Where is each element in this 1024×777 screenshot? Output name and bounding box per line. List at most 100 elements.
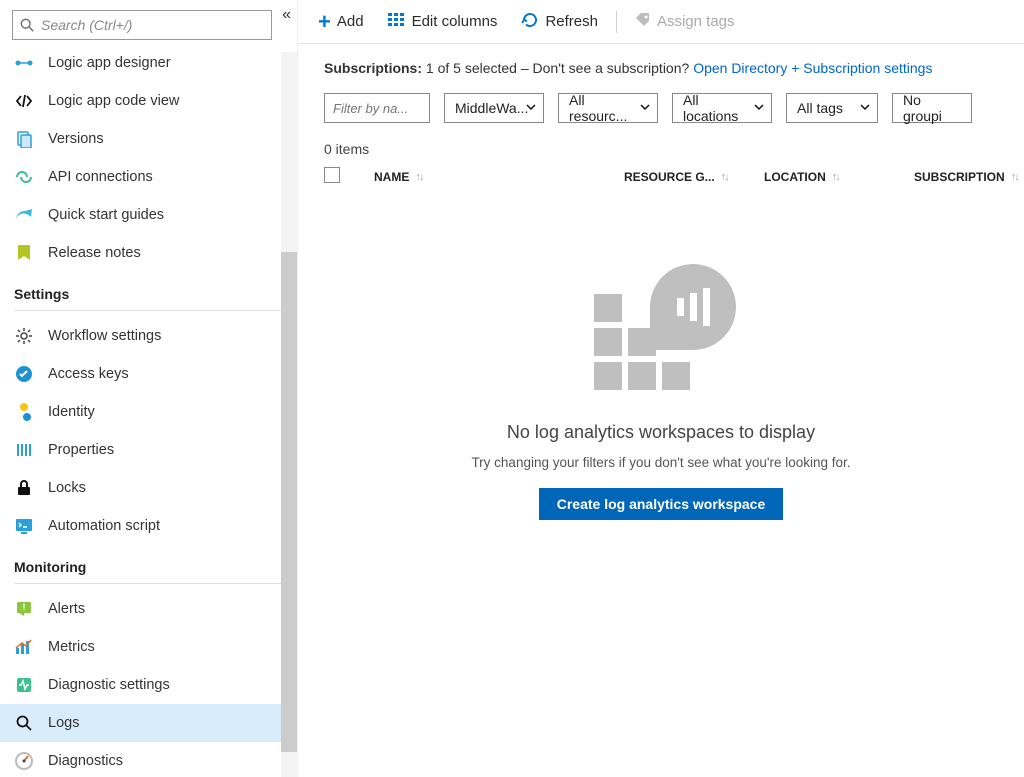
dropdown-value: MiddleWa... [455, 100, 528, 116]
sidebar-item-label: Logic app code view [48, 93, 179, 109]
dropdown-value: All locations [683, 92, 745, 124]
refresh-icon [521, 11, 539, 33]
sort-icon: ↑↓ [1011, 171, 1018, 183]
sidebar-item-label: API connections [48, 169, 153, 185]
tag-icon [635, 12, 651, 32]
toolbar-label: Refresh [545, 13, 598, 30]
sidebar-item-label: Locks [48, 480, 86, 496]
lock-icon [14, 478, 34, 498]
quick-start-icon [14, 205, 34, 225]
sidebar-item-label: Logs [48, 715, 79, 731]
alerts-icon: ! [14, 599, 34, 619]
sidebar-item-label: Metrics [48, 639, 95, 655]
col-name[interactable]: NAME ↑↓ [374, 170, 624, 184]
assign-tags-button: Assign tags [635, 12, 735, 32]
api-connections-icon [14, 167, 34, 187]
sidebar-item-release-notes[interactable]: Release notes [0, 234, 297, 272]
table-header: NAME ↑↓ RESOURCE G... ↑↓ LOCATION ↑↓ SUBSCR… [298, 167, 1024, 194]
empty-state-illustration [586, 264, 736, 394]
sidebar-item-metrics[interactable]: Metrics [0, 628, 297, 666]
sidebar-item-versions[interactable]: Versions [0, 120, 297, 158]
search-wrap [0, 0, 297, 52]
sidebar-item-logic-app-code-view[interactable]: Logic app code view [0, 82, 297, 120]
divider [14, 583, 283, 584]
chevron-down-icon [525, 101, 537, 113]
chevron-down-icon [753, 101, 765, 113]
col-resource-group[interactable]: RESOURCE G... ↑↓ [624, 170, 764, 184]
chevron-down-icon [859, 101, 871, 113]
sidebar-item-label: Diagnostic settings [48, 677, 170, 693]
release-notes-icon [14, 243, 34, 263]
code-icon [14, 91, 34, 111]
sidebar: « Logic app designer Logic app code view… [0, 0, 298, 777]
col-subscription[interactable]: SUBSCRIPTION↑↓ [914, 170, 1024, 184]
sidebar-item-label: Properties [48, 442, 114, 458]
svg-text:!: ! [23, 602, 26, 612]
subscriptions-status-text: 1 of 5 selected – Don't see a subscripti… [422, 60, 693, 76]
sidebar-item-label: Alerts [48, 601, 85, 617]
select-all-checkbox[interactable] [324, 167, 340, 183]
dropdown-value: All resourc... [569, 92, 631, 124]
create-workspace-button[interactable]: Create log analytics workspace [539, 488, 784, 520]
nav-scrollbar[interactable] [281, 52, 297, 777]
sidebar-item-identity[interactable]: Identity [0, 393, 297, 431]
toolbar-separator [616, 11, 617, 33]
sidebar-item-label: Identity [48, 404, 95, 420]
section-header-settings: Settings [0, 272, 297, 308]
nav-scroll: Logic app designer Logic app code view V… [0, 52, 297, 777]
filter-tags-dropdown[interactable]: All tags [786, 93, 878, 123]
refresh-button[interactable]: Refresh [521, 11, 598, 33]
sidebar-item-properties[interactable]: Properties [0, 431, 297, 469]
sort-icon: ↑↓ [832, 171, 839, 183]
chevron-down-icon [639, 101, 651, 113]
column-label: NAME [374, 170, 409, 184]
filter-grouping-dropdown[interactable]: No groupi [892, 93, 972, 123]
access-keys-icon [14, 364, 34, 384]
automation-script-icon [14, 516, 34, 536]
sidebar-item-label: Automation script [48, 518, 160, 534]
main-content: + Add Edit columns Refresh Assign tags S… [298, 0, 1024, 777]
subscription-status: Subscriptions: 1 of 5 selected – Don't s… [298, 44, 1024, 85]
open-directory-link[interactable]: Open Directory + Subscription settings [693, 60, 932, 76]
filter-location-dropdown[interactable]: All locations [672, 93, 772, 123]
sidebar-item-automation-script[interactable]: Automation script [0, 507, 297, 545]
diagnostic-settings-icon [14, 675, 34, 695]
sidebar-item-quick-start-guides[interactable]: Quick start guides [0, 196, 297, 234]
filter-subscription-dropdown[interactable]: MiddleWa... [444, 93, 544, 123]
toolbar-label: Assign tags [657, 13, 735, 30]
sidebar-item-alerts[interactable]: ! Alerts [0, 590, 297, 628]
diagnostics-icon [14, 751, 34, 771]
sidebar-item-api-connections[interactable]: API connections [0, 158, 297, 196]
sidebar-item-access-keys[interactable]: Access keys [0, 355, 297, 393]
properties-icon [14, 440, 34, 460]
sidebar-item-workflow-settings[interactable]: Workflow settings [0, 317, 297, 355]
columns-icon [388, 13, 406, 31]
sidebar-item-diagnostic-settings[interactable]: Diagnostic settings [0, 666, 297, 704]
metrics-icon [14, 637, 34, 657]
dropdown-value: All tags [797, 100, 843, 116]
toolbar-label: Add [337, 13, 364, 30]
nav-scroll-thumb[interactable] [281, 252, 297, 752]
sidebar-item-diagnostics[interactable]: Diagnostics [0, 742, 297, 777]
sidebar-item-locks[interactable]: Locks [0, 469, 297, 507]
sort-icon: ↑↓ [721, 171, 728, 183]
empty-state-title: No log analytics workspaces to display [507, 422, 815, 443]
edit-columns-button[interactable]: Edit columns [388, 13, 498, 31]
sidebar-item-logs[interactable]: Logs [0, 704, 297, 742]
column-label: LOCATION [764, 170, 826, 184]
sidebar-item-label: Versions [48, 131, 104, 147]
dropdown-value: No groupi [903, 92, 963, 124]
column-label: RESOURCE G... [624, 170, 715, 184]
search-input[interactable] [12, 10, 272, 40]
sort-icon: ↑↓ [415, 171, 422, 183]
sidebar-item-logic-app-designer[interactable]: Logic app designer [0, 52, 297, 78]
add-button[interactable]: + Add [318, 13, 364, 30]
filter-resource-group-dropdown[interactable]: All resourc... [558, 93, 658, 123]
toolbar: + Add Edit columns Refresh Assign tags [298, 0, 1024, 44]
section-header-monitoring: Monitoring [0, 545, 297, 581]
logs-icon [14, 713, 34, 733]
col-location[interactable]: LOCATION ↑↓ [764, 170, 914, 184]
sidebar-item-label: Quick start guides [48, 207, 164, 223]
filter-name-input[interactable] [324, 93, 430, 123]
items-count: 0 items [298, 127, 1024, 167]
